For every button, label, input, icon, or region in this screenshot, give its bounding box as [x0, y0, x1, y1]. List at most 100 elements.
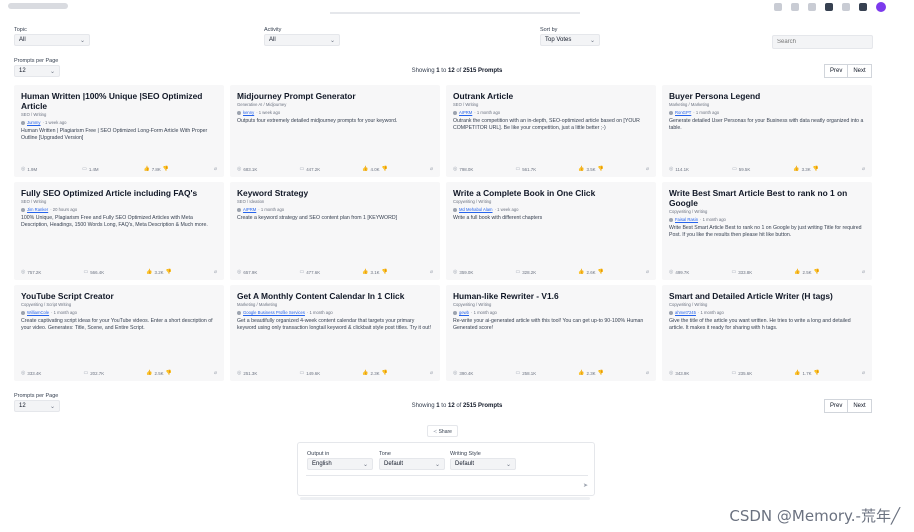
prompt-card[interactable]: Human Written |100% Unique |SEO Optimize…: [14, 85, 224, 177]
tool-icon-3[interactable]: [808, 3, 816, 11]
output-select[interactable]: English ⌄: [307, 458, 373, 470]
tool-icon-6[interactable]: [859, 3, 867, 11]
sort-label: Sort by: [540, 27, 558, 33]
thumbs-down-icon[interactable]: 👎: [166, 270, 172, 275]
link-icon[interactable]: ⌀: [646, 270, 649, 275]
thumbs-up-icon[interactable]: 👍: [578, 371, 584, 376]
thumbs-down-icon[interactable]: 👎: [382, 167, 388, 172]
card-title[interactable]: Buyer Persona Legend: [669, 91, 865, 101]
share-button[interactable]: ≺ Share: [427, 425, 458, 437]
card-author[interactable]: ahmet7245: [675, 310, 696, 315]
thumbs-up-icon[interactable]: 👍: [578, 270, 584, 275]
link-icon[interactable]: ⌀: [646, 167, 649, 172]
card-author[interactable]: WilliamCole: [27, 310, 49, 315]
prompt-card[interactable]: Midjourney Prompt Generator Generative A…: [230, 85, 440, 177]
prompt-card[interactable]: Buyer Persona Legend Marketing / Marketi…: [662, 85, 872, 177]
card-author[interactable]: AIPRM: [243, 207, 256, 212]
card-title[interactable]: Fully SEO Optimized Article including FA…: [21, 188, 217, 198]
link-icon[interactable]: ⌀: [214, 371, 217, 376]
card-title[interactable]: Human Written |100% Unique |SEO Optimize…: [21, 91, 217, 111]
prompt-card[interactable]: Outrank Article SEO / Writing AIPRM · 1 …: [446, 85, 656, 177]
thumbs-down-icon[interactable]: 👎: [163, 167, 169, 172]
thumbs-down-icon[interactable]: 👎: [382, 270, 388, 275]
send-icon[interactable]: ➤: [583, 482, 588, 489]
card-title[interactable]: Write Best Smart Article Best to rank no…: [669, 188, 865, 208]
card-author[interactable]: Google Business Profile Services: [243, 310, 305, 315]
prompt-textarea[interactable]: [306, 475, 588, 491]
card-author[interactable]: kenny: [243, 110, 254, 115]
card-time: · 1 month ago: [693, 110, 720, 115]
card-title[interactable]: Keyword Strategy: [237, 188, 433, 198]
link-icon[interactable]: ⌀: [430, 167, 433, 172]
thumbs-down-icon[interactable]: 👎: [598, 167, 604, 172]
link-icon[interactable]: ⌀: [862, 270, 865, 275]
thumbs-up-icon[interactable]: 👍: [362, 167, 368, 172]
next-button[interactable]: Next: [848, 64, 872, 78]
card-author[interactable]: RonGPT: [675, 110, 691, 115]
thumbs-down-icon[interactable]: 👎: [382, 371, 388, 376]
thumbs-up-icon[interactable]: 👍: [362, 371, 368, 376]
activity-select[interactable]: All ⌄: [264, 34, 340, 46]
prompt-card[interactable]: Fully SEO Optimized Article including FA…: [14, 182, 224, 280]
link-icon[interactable]: ⌀: [214, 167, 217, 172]
card-title[interactable]: Human-like Rewriter - V1.6: [453, 291, 649, 301]
prompt-card[interactable]: Write a Complete Book in One Click Copyw…: [446, 182, 656, 280]
comments-count: 235.6K: [738, 371, 753, 376]
card-title[interactable]: Get A Monthly Content Calendar In 1 Clic…: [237, 291, 433, 301]
thumbs-up-icon[interactable]: 👍: [794, 371, 800, 376]
tool-icon-2[interactable]: [791, 3, 799, 11]
thumbs-up-icon[interactable]: 👍: [362, 270, 368, 275]
tool-icon-4[interactable]: [825, 3, 833, 11]
eye-icon: ◎: [237, 269, 242, 275]
sort-select[interactable]: Top Votes ⌄: [540, 34, 600, 46]
thumbs-up-icon[interactable]: 👍: [794, 270, 800, 275]
prev-button[interactable]: Prev: [824, 399, 849, 413]
card-title[interactable]: Write a Complete Book in One Click: [453, 188, 649, 198]
thumbs-down-icon[interactable]: 👎: [813, 167, 819, 172]
tool-icon-1[interactable]: [774, 3, 782, 11]
card-title[interactable]: YouTube Script Creator: [21, 291, 217, 301]
prompt-card[interactable]: Smart and Detailed Article Writer (H tag…: [662, 285, 872, 381]
thumbs-down-icon[interactable]: 👎: [814, 270, 820, 275]
thumbs-up-icon[interactable]: 👍: [144, 167, 150, 172]
prev-button[interactable]: Prev: [824, 64, 849, 78]
card-title[interactable]: Midjourney Prompt Generator: [237, 91, 433, 101]
app-title-blurred: [8, 3, 68, 9]
card-author[interactable]: gewb: [459, 310, 469, 315]
link-icon[interactable]: ⌀: [430, 270, 433, 275]
card-author[interactable]: Jummy: [27, 120, 41, 125]
prompt-card[interactable]: Keyword Strategy SEO / Ideation AIPRM · …: [230, 182, 440, 280]
thumbs-up-icon[interactable]: 👍: [578, 167, 584, 172]
prompt-card[interactable]: Get A Monthly Content Calendar In 1 Clic…: [230, 285, 440, 381]
card-title[interactable]: Outrank Article: [453, 91, 649, 101]
likes-count: 3.5K: [586, 167, 596, 172]
thumbs-down-icon[interactable]: 👎: [814, 371, 820, 376]
prompt-card[interactable]: Human-like Rewriter - V1.6 Copywriting /…: [446, 285, 656, 381]
search-input[interactable]: [772, 35, 873, 49]
link-icon[interactable]: ⌀: [862, 371, 865, 376]
link-icon[interactable]: ⌀: [430, 371, 433, 376]
card-author[interactable]: Jim Ranker: [27, 207, 48, 212]
thumbs-down-icon[interactable]: 👎: [166, 371, 172, 376]
thumbs-up-icon[interactable]: 👍: [793, 167, 799, 172]
tone-select[interactable]: Default ⌄: [379, 458, 445, 470]
thumbs-down-icon[interactable]: 👎: [598, 270, 604, 275]
tool-icon-5[interactable]: [842, 3, 850, 11]
prompt-card[interactable]: YouTube Script Creator Copywriting / Scr…: [14, 285, 224, 381]
style-select[interactable]: Default ⌄: [450, 458, 516, 470]
card-author[interactable]: Md Mehabul Alam: [459, 207, 493, 212]
card-author[interactable]: AIPRM: [459, 110, 472, 115]
prompt-card[interactable]: Write Best Smart Article Best to rank no…: [662, 182, 872, 280]
link-icon[interactable]: ⌀: [646, 371, 649, 376]
link-icon[interactable]: ⌀: [862, 167, 865, 172]
likes-stat: 👍 3.5K 👎: [578, 167, 604, 173]
topic-select[interactable]: All ⌄: [14, 34, 90, 46]
user-avatar-icon[interactable]: [876, 2, 886, 12]
thumbs-up-icon[interactable]: 👍: [146, 371, 152, 376]
link-icon[interactable]: ⌀: [214, 270, 217, 275]
card-author[interactable]: Faisal Rasin: [675, 217, 698, 222]
card-title[interactable]: Smart and Detailed Article Writer (H tag…: [669, 291, 865, 301]
next-button[interactable]: Next: [848, 399, 872, 413]
thumbs-up-icon[interactable]: 👍: [146, 270, 152, 275]
thumbs-down-icon[interactable]: 👎: [598, 371, 604, 376]
